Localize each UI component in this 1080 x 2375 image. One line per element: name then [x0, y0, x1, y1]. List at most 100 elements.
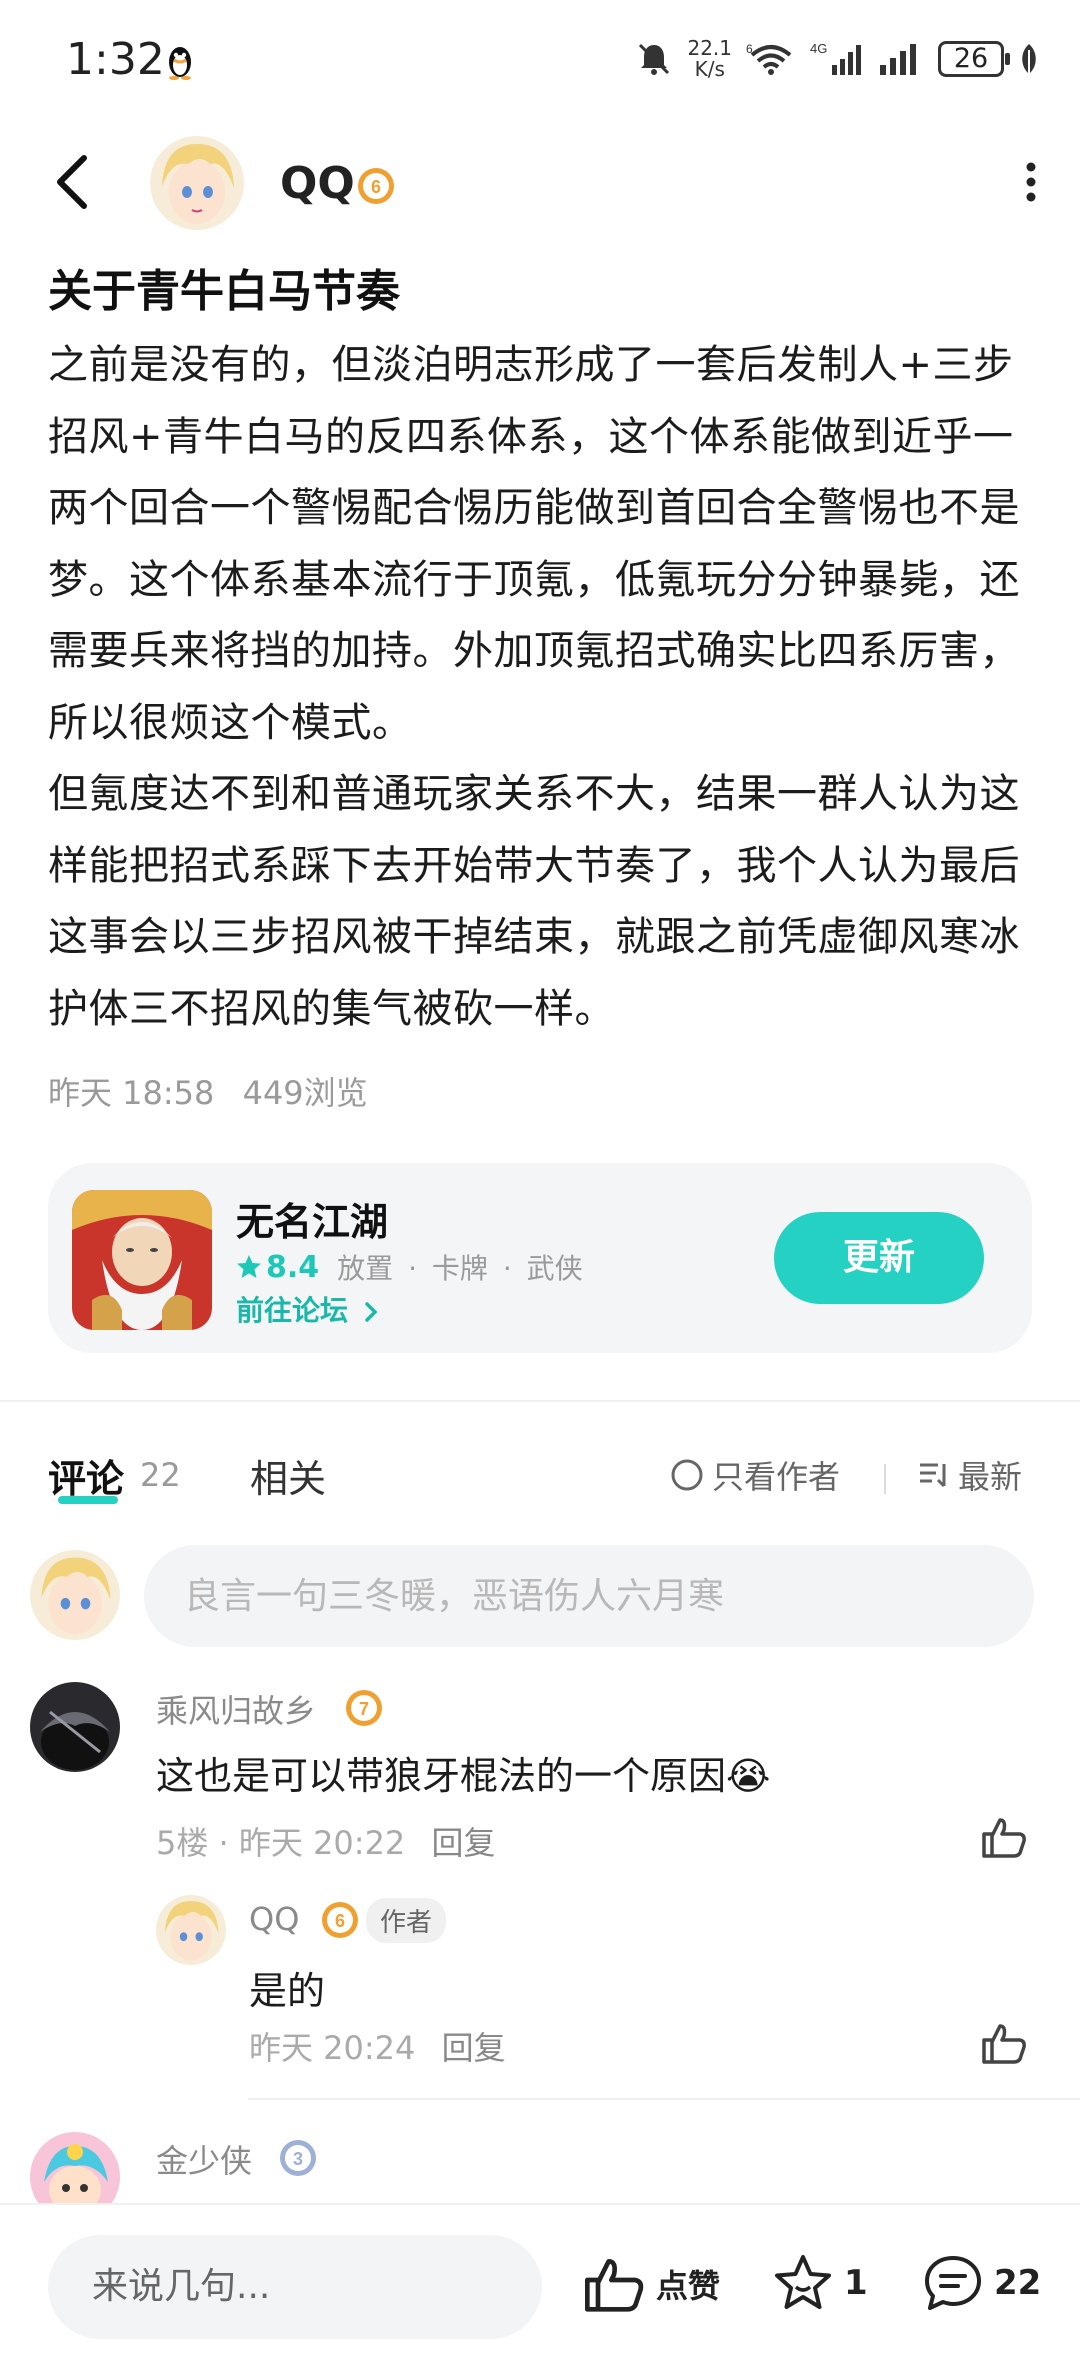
game-name: 无名江湖 — [236, 1200, 389, 1244]
game-tag: 武侠 — [526, 1252, 583, 1285]
comment-like-button[interactable] — [980, 1814, 1028, 1860]
comment-text-body: 这也是可以带狼牙棍法的一个原因 — [156, 1754, 727, 1798]
like-label: 点赞 — [656, 2267, 721, 2305]
my-avatar — [30, 1550, 120, 1640]
section-divider — [0, 1400, 1080, 1402]
tag-separator: · — [408, 1252, 417, 1285]
level-badge-icon: 3 — [278, 2138, 318, 2178]
chevron-right-icon — [364, 1301, 378, 1323]
more-options-button[interactable] — [1024, 160, 1038, 204]
svg-text:6: 6 — [746, 42, 753, 56]
comment-meta: 5楼 · 昨天 20:22 回复 — [156, 1818, 495, 1864]
comment-tabs: 评论 22 相关 只看作者 最新 — [0, 1440, 1080, 1520]
level-value: 6 — [371, 177, 381, 197]
reply-text: 是的 — [249, 1969, 326, 2013]
post-body: 之前是没有的，但淡泊明志形成了一套后发制人+三步招风+青牛白马的反四系体系，这个… — [48, 330, 1038, 1045]
more-vertical-icon — [1026, 162, 1036, 202]
level-value: 7 — [359, 1699, 369, 1719]
level-badge-icon: 7 — [344, 1688, 384, 1728]
4g-signal-icon: 4G — [810, 41, 864, 77]
author-avatar[interactable] — [150, 136, 244, 230]
favorite-count: 1 — [844, 2263, 868, 2303]
comments-count: 22 — [140, 1456, 181, 1494]
level-value: 3 — [293, 2149, 303, 2169]
crying-emoji-icon: 😭 — [726, 1754, 771, 1798]
post-time: 昨天 18:58 — [48, 1074, 215, 1112]
comment-divider — [248, 2098, 1080, 2100]
wifi-6-icon: 6 — [746, 41, 796, 77]
commenter-avatar[interactable] — [30, 1682, 120, 1772]
speed-unit: K/s — [694, 57, 725, 81]
radio-circle-icon — [671, 1459, 703, 1491]
game-tag: 放置 — [337, 1252, 394, 1285]
game-card[interactable]: 无名江湖 8.4 放置 · 卡牌 · 武侠 前往论坛 更新 — [48, 1163, 1032, 1353]
author-tag: 作者 — [366, 1898, 447, 1943]
post-paragraph: 之前是没有的，但淡泊明志形成了一套后发制人+三步招风+青牛白马的反四系体系，这个… — [48, 342, 1020, 746]
update-button[interactable]: 更新 — [774, 1212, 984, 1304]
commenter-name[interactable]: 乘风归故乡 — [156, 1686, 316, 1732]
bottom-comment-input[interactable]: 来说几句... — [48, 2235, 542, 2339]
replier-name[interactable]: QQ — [249, 1900, 299, 1938]
rating-value: 8.4 — [266, 1249, 320, 1285]
like-button[interactable]: 点赞 — [582, 2253, 720, 2315]
post-paragraph: 但氪度达不到和普通玩家关系不大，结果一群人认为这样能把招式系踩下去开始带大节奏了… — [48, 771, 1020, 1032]
chevron-left-icon — [57, 155, 87, 209]
comment-input[interactable] — [144, 1545, 1034, 1647]
favorite-button[interactable]: 1 — [772, 2253, 868, 2313]
post-header: QQ 6 — [0, 130, 1080, 240]
game-tags: 放置 · 卡牌 · 武侠 — [337, 1247, 588, 1287]
reply-button[interactable]: 回复 — [442, 2029, 506, 2067]
network-speed: 22.1 K/s — [687, 38, 732, 80]
mute-bell-icon — [635, 40, 673, 78]
post-meta: 昨天 18:58 449浏览 — [48, 1068, 386, 1114]
leaf-icon — [1018, 42, 1040, 76]
svg-text:4G: 4G — [810, 41, 827, 56]
meta-dot: · — [218, 1824, 239, 1862]
qq-penguin-icon — [165, 44, 195, 80]
level-value: 6 — [335, 1911, 345, 1931]
reply-meta: 昨天 20:24 回复 — [249, 2023, 506, 2069]
sort-icon — [920, 1463, 946, 1488]
star-icon — [237, 1255, 261, 1278]
star-outline-icon — [775, 2255, 831, 2309]
thumbs-up-icon — [982, 2024, 1026, 2064]
comment-floor: 5楼 — [156, 1824, 209, 1862]
goto-forum-link[interactable]: 前往论坛 — [236, 1289, 378, 1329]
tab-related[interactable]: 相关 — [250, 1448, 326, 1503]
game-meta: 8.4 放置 · 卡牌 · 武侠 — [236, 1247, 589, 1287]
level-badge-icon: 6 — [356, 166, 396, 206]
speed-value: 22.1 — [687, 36, 732, 60]
reply-button[interactable]: 回复 — [431, 1824, 495, 1862]
status-time: 1:32 — [66, 34, 165, 85]
goto-forum-label: 前往论坛 — [236, 1294, 349, 1327]
commenter-name[interactable]: 金少侠 — [156, 2136, 252, 2182]
tag-separator: · — [502, 1252, 512, 1285]
reply-time: 昨天 20:24 — [249, 2029, 416, 2067]
comment-bubble-icon — [925, 2256, 981, 2310]
game-tag: 卡牌 — [431, 1252, 488, 1285]
author-only-label: 只看作者 — [712, 1458, 841, 1496]
bottom-bar: 来说几句... 点赞 1 22 — [0, 2203, 1080, 2375]
post-views: 449浏览 — [242, 1074, 368, 1112]
comment-button[interactable]: 22 — [922, 2253, 1041, 2313]
reply-like-button[interactable] — [980, 2020, 1028, 2066]
game-rating: 8.4 — [236, 1250, 319, 1285]
comment-time: 昨天 20:22 — [238, 1824, 406, 1862]
author-only-toggle[interactable]: 只看作者 — [670, 1452, 840, 1498]
tab-comments[interactable]: 评论 — [48, 1448, 124, 1503]
sort-label: 最新 — [958, 1458, 1023, 1496]
game-icon — [72, 1190, 212, 1330]
level-badge-icon: 6 — [320, 1900, 360, 1940]
comment-text: 这也是可以带狼牙棍法的一个原因😭 — [156, 1745, 770, 1800]
thumbs-up-icon — [982, 1818, 1026, 1858]
post-title: 关于青牛白马节奏 — [48, 266, 400, 317]
active-tab-indicator — [58, 1496, 118, 1504]
author-name[interactable]: QQ — [280, 158, 355, 209]
comment-count: 22 — [994, 2263, 1042, 2303]
signal-icon — [878, 41, 924, 77]
back-button[interactable] — [52, 154, 92, 210]
thumbs-up-icon — [585, 2259, 644, 2312]
replier-avatar[interactable] — [156, 1895, 226, 1965]
sort-button[interactable]: 最新 — [918, 1452, 1022, 1498]
status-bar: 1:32 22.1 K/s 6 4G 26 — [0, 0, 1080, 120]
